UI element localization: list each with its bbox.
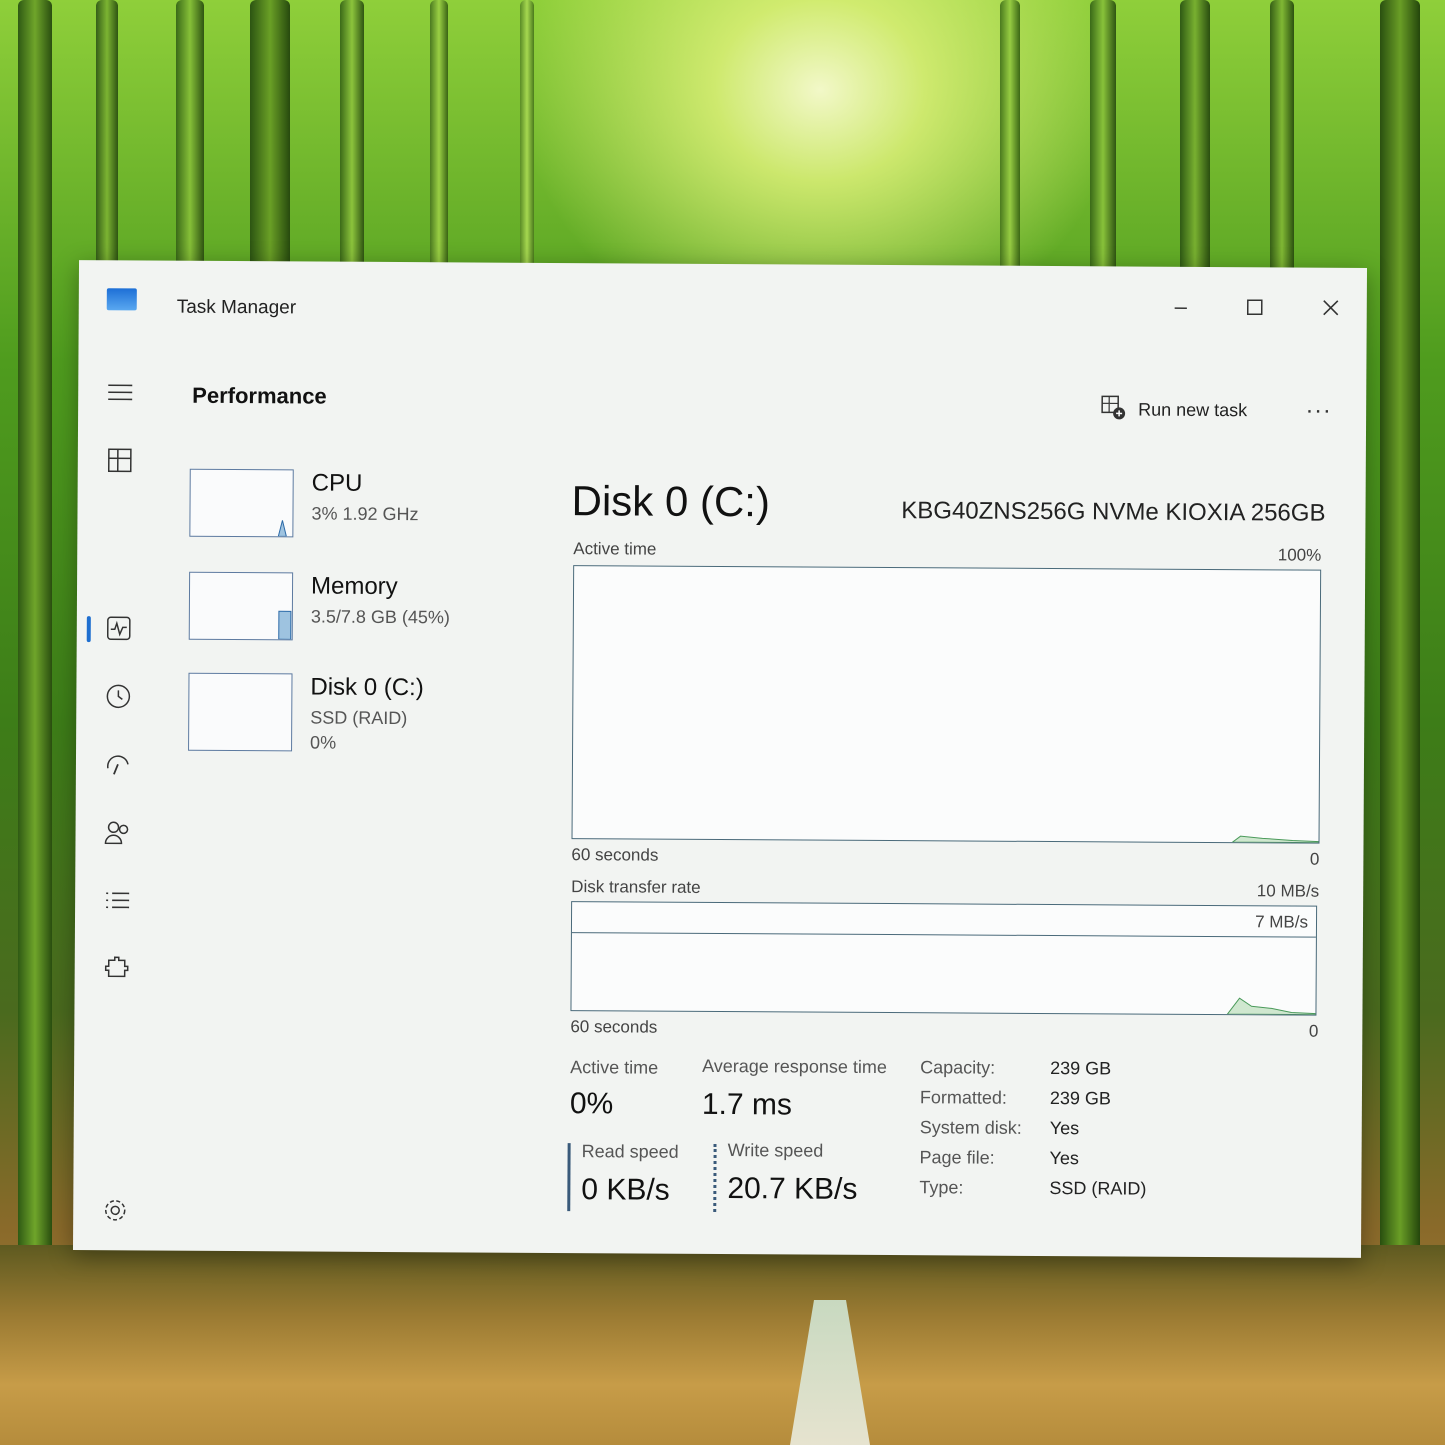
run-new-task-icon [1100,394,1126,425]
transfer-rate-graph-label: Disk transfer rate [571,877,701,897]
run-new-task-label: Run new task [1138,399,1248,421]
sidebar-item-name: Memory [310,572,398,601]
property-value: Yes [1049,1118,1080,1139]
run-new-task-button[interactable]: Run new task [1100,394,1247,426]
transfer-rate-marker-label: 7 MB/s [1255,912,1309,932]
disk-type: SSD (RAID) [310,707,408,729]
disk-title: Disk 0 (C:) [571,477,771,526]
property-value: Yes [1049,1148,1080,1169]
services-icon[interactable] [103,954,133,984]
performance-icon[interactable] [105,614,135,644]
navigation-rail [73,360,168,1251]
transfer-rate-graph-time: 60 seconds [570,1017,658,1037]
sidebar-item-disk-0[interactable]: Disk 0 (C:) SSD (RAID) 0% [188,672,568,756]
write-speed-indicator [713,1143,717,1212]
active-time-stat-label: Active time [570,1057,659,1078]
title-bar[interactable]: Task Manager – [79,260,1367,348]
app-history-icon[interactable] [104,682,134,712]
active-time-stat-value: 0% [569,1087,614,1121]
sidebar-item-name: Disk 0 (C:) [310,673,424,702]
sidebar-item-subtitle: 3.5/7.8 GB (45%) [310,606,450,628]
users-icon[interactable] [103,818,133,848]
avg-response-stat-label: Average response time [702,1055,887,1078]
property-key: Formatted: [919,1087,1008,1108]
property-value: 239 GB [1049,1088,1112,1109]
sidebar-item-subtitle: 3% 1.92 GHz [311,503,419,525]
sidebar-item-memory[interactable]: Memory 3.5/7.8 GB (45%) [188,571,569,654]
active-time-graph-time: 60 seconds [571,845,659,865]
transfer-rate-graph: 7 MB/s [570,901,1318,1016]
active-time-graph-label: Active time [573,539,657,559]
property-key: Page file: [919,1147,995,1168]
avg-response-stat-value: 1.7 ms [701,1087,793,1122]
active-time-graph [571,565,1322,844]
task-manager-window: Task Manager – Performance Run new task … [72,260,1368,1258]
page-title: Performance [192,382,327,409]
memory-thumbnail-graph [188,571,294,641]
processes-icon[interactable] [106,446,136,476]
read-speed-value: 0 KB/s [581,1173,670,1207]
close-icon[interactable] [1311,290,1351,326]
maximize-icon[interactable] [1235,289,1275,325]
disk-model: KBG40ZNS256G NVMe KIOXIA 256GB [901,497,1326,527]
disk-usage: 0% [310,732,337,753]
disk-thumbnail-graph [188,672,293,752]
read-speed-indicator [567,1143,571,1212]
transfer-rate-graph-min: 0 [1308,1021,1319,1041]
property-key: System disk: [919,1117,1022,1138]
cpu-thumbnail-graph [189,468,294,538]
more-options-icon[interactable]: ... [1306,392,1332,420]
active-time-graph-min: 0 [1309,849,1320,869]
hamburger-menu-icon[interactable] [106,378,136,408]
details-icon[interactable] [103,886,133,916]
sidebar-item-name: CPU [311,469,363,497]
property-key: Capacity: [920,1057,996,1078]
sidebar-item-subtitle: SSD (RAID) 0% [310,705,407,756]
settings-icon[interactable] [101,1196,131,1226]
transfer-rate-graph-max: 10 MB/s [1256,881,1320,901]
write-speed-value: 20.7 KB/s [727,1172,858,1206]
active-nav-indicator [86,616,91,643]
active-time-graph-max: 100% [1277,545,1322,565]
write-speed-label: Write speed [727,1140,824,1161]
sidebar-item-cpu[interactable]: CPU 3% 1.92 GHz [189,468,569,551]
startup-apps-icon[interactable] [104,750,134,780]
property-value: SSD (RAID) [1049,1178,1147,1199]
property-value: 239 GB [1050,1058,1112,1079]
task-manager-app-icon [106,288,137,311]
minimize-icon[interactable]: – [1161,289,1201,325]
property-key: Type: [919,1177,964,1198]
read-speed-label: Read speed [581,1141,679,1162]
window-title: Task Manager [176,296,297,319]
